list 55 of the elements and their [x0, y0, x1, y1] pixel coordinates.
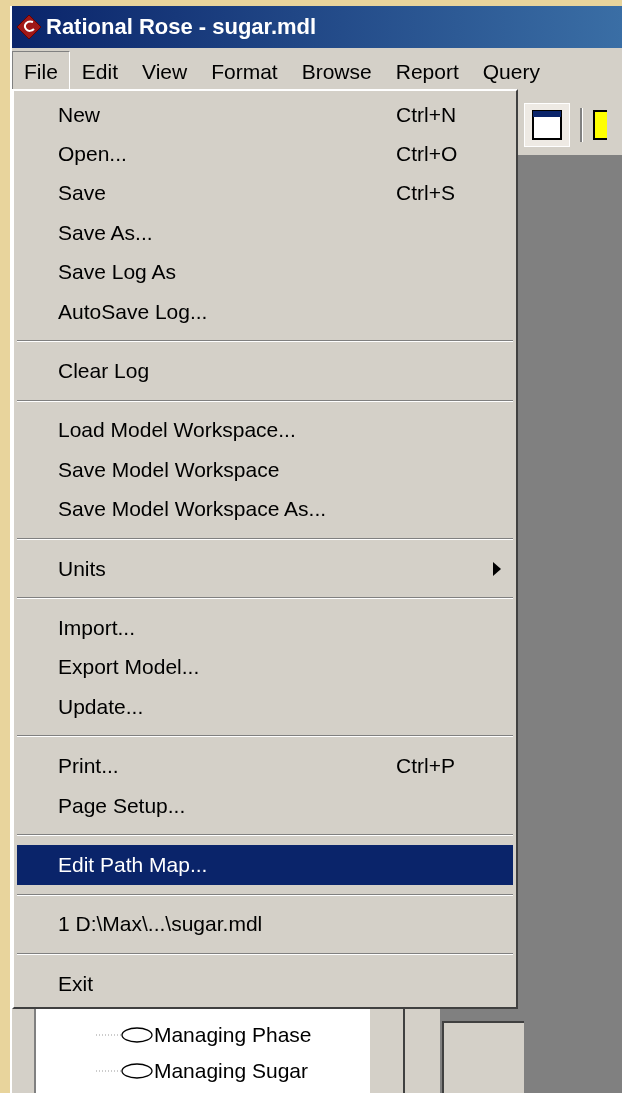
menu-item[interactable]: Open... Ctrl+O	[17, 134, 513, 174]
menu-item-label: Exit	[58, 971, 93, 996]
menu-item[interactable]: Clear Log	[17, 351, 513, 391]
menu-item-label: Clear Log	[58, 359, 150, 384]
shortcut-label: Ctrl+O	[396, 142, 458, 167]
tree-item[interactable]: Managing Sugar	[153, 1059, 308, 1083]
menu-bar-item[interactable]: Edit	[69, 50, 131, 93]
use-case-icon	[95, 1025, 154, 1045]
menu-item[interactable]: Save Model Workspace	[17, 450, 513, 490]
menu-item[interactable]: Units	[17, 548, 513, 589]
menu-item[interactable]: AutoSave Log...	[17, 291, 513, 332]
menu-item-label: Save Log As	[58, 260, 176, 285]
menu-item[interactable]: New Ctrl+N	[17, 95, 513, 135]
menu-item-label: Save As...	[58, 220, 153, 245]
menu-item[interactable]: 1 D:\Max\...\sugar.mdl	[17, 904, 513, 945]
window-icon[interactable]	[524, 103, 570, 147]
app-icon	[16, 14, 42, 40]
menu-item-label: Save	[58, 181, 106, 206]
menu-item-label: New	[58, 102, 100, 127]
menu-item-label: Save Model Workspace	[58, 457, 280, 482]
menu-item-label: Units	[58, 556, 106, 581]
menu-item[interactable]: Page Setup...	[17, 785, 513, 826]
tree-item[interactable]: Managing Phase	[153, 1023, 312, 1047]
menu-bar-item[interactable]: Query	[470, 50, 552, 93]
menu-item[interactable]: Save Model Workspace As...	[17, 489, 513, 529]
menu-item-label: Update...	[58, 694, 144, 719]
menu-item-label: Page Setup...	[58, 793, 186, 818]
menu-bar-item[interactable]: Report	[383, 50, 471, 93]
menu-item-label: Import...	[58, 616, 136, 640]
menu-item-label: 1 D:\Max\...\sugar.mdl	[58, 912, 263, 937]
menu-bar-item[interactable]: Format	[199, 50, 290, 93]
shortcut-label: Ctrl+N	[396, 102, 457, 127]
menu-item-label: Print...	[58, 754, 119, 779]
menu-item[interactable]: Save Ctrl+S	[17, 173, 513, 214]
menu-item-label: Open...	[58, 142, 127, 167]
menu-item[interactable]: Import...	[17, 608, 513, 648]
menu-item-label: Export Model...	[58, 655, 200, 680]
menu-item[interactable]: Save Log As	[17, 252, 513, 292]
menu-item[interactable]: Exit	[17, 964, 513, 1004]
menu-bar-item[interactable]: View	[130, 50, 200, 93]
window-title: Rational Rose - sugar.mdl	[46, 14, 317, 40]
menu-bar-item[interactable]: Browse	[289, 50, 384, 93]
menu-item[interactable]: Print... Ctrl+P	[17, 746, 513, 786]
menu-item-label: Save Model Workspace As...	[58, 497, 327, 522]
shortcut-label: Ctrl+S	[396, 181, 455, 206]
menu-item[interactable]: Save As...	[17, 213, 513, 253]
use-case-icon	[95, 1061, 154, 1081]
menu-item[interactable]: Edit Path Map...	[17, 845, 513, 885]
menu-item[interactable]: Export Model...	[17, 647, 513, 688]
menu-item-label: Edit Path Map...	[58, 852, 208, 877]
menu-item[interactable]: Update...	[17, 687, 513, 727]
menu-item-label: AutoSave Log...	[58, 299, 208, 324]
menu-item[interactable]: Load Model Workspace...	[17, 410, 513, 451]
shortcut-label: Ctrl+P	[396, 754, 455, 779]
menu-item-label: Load Model Workspace...	[58, 418, 296, 443]
